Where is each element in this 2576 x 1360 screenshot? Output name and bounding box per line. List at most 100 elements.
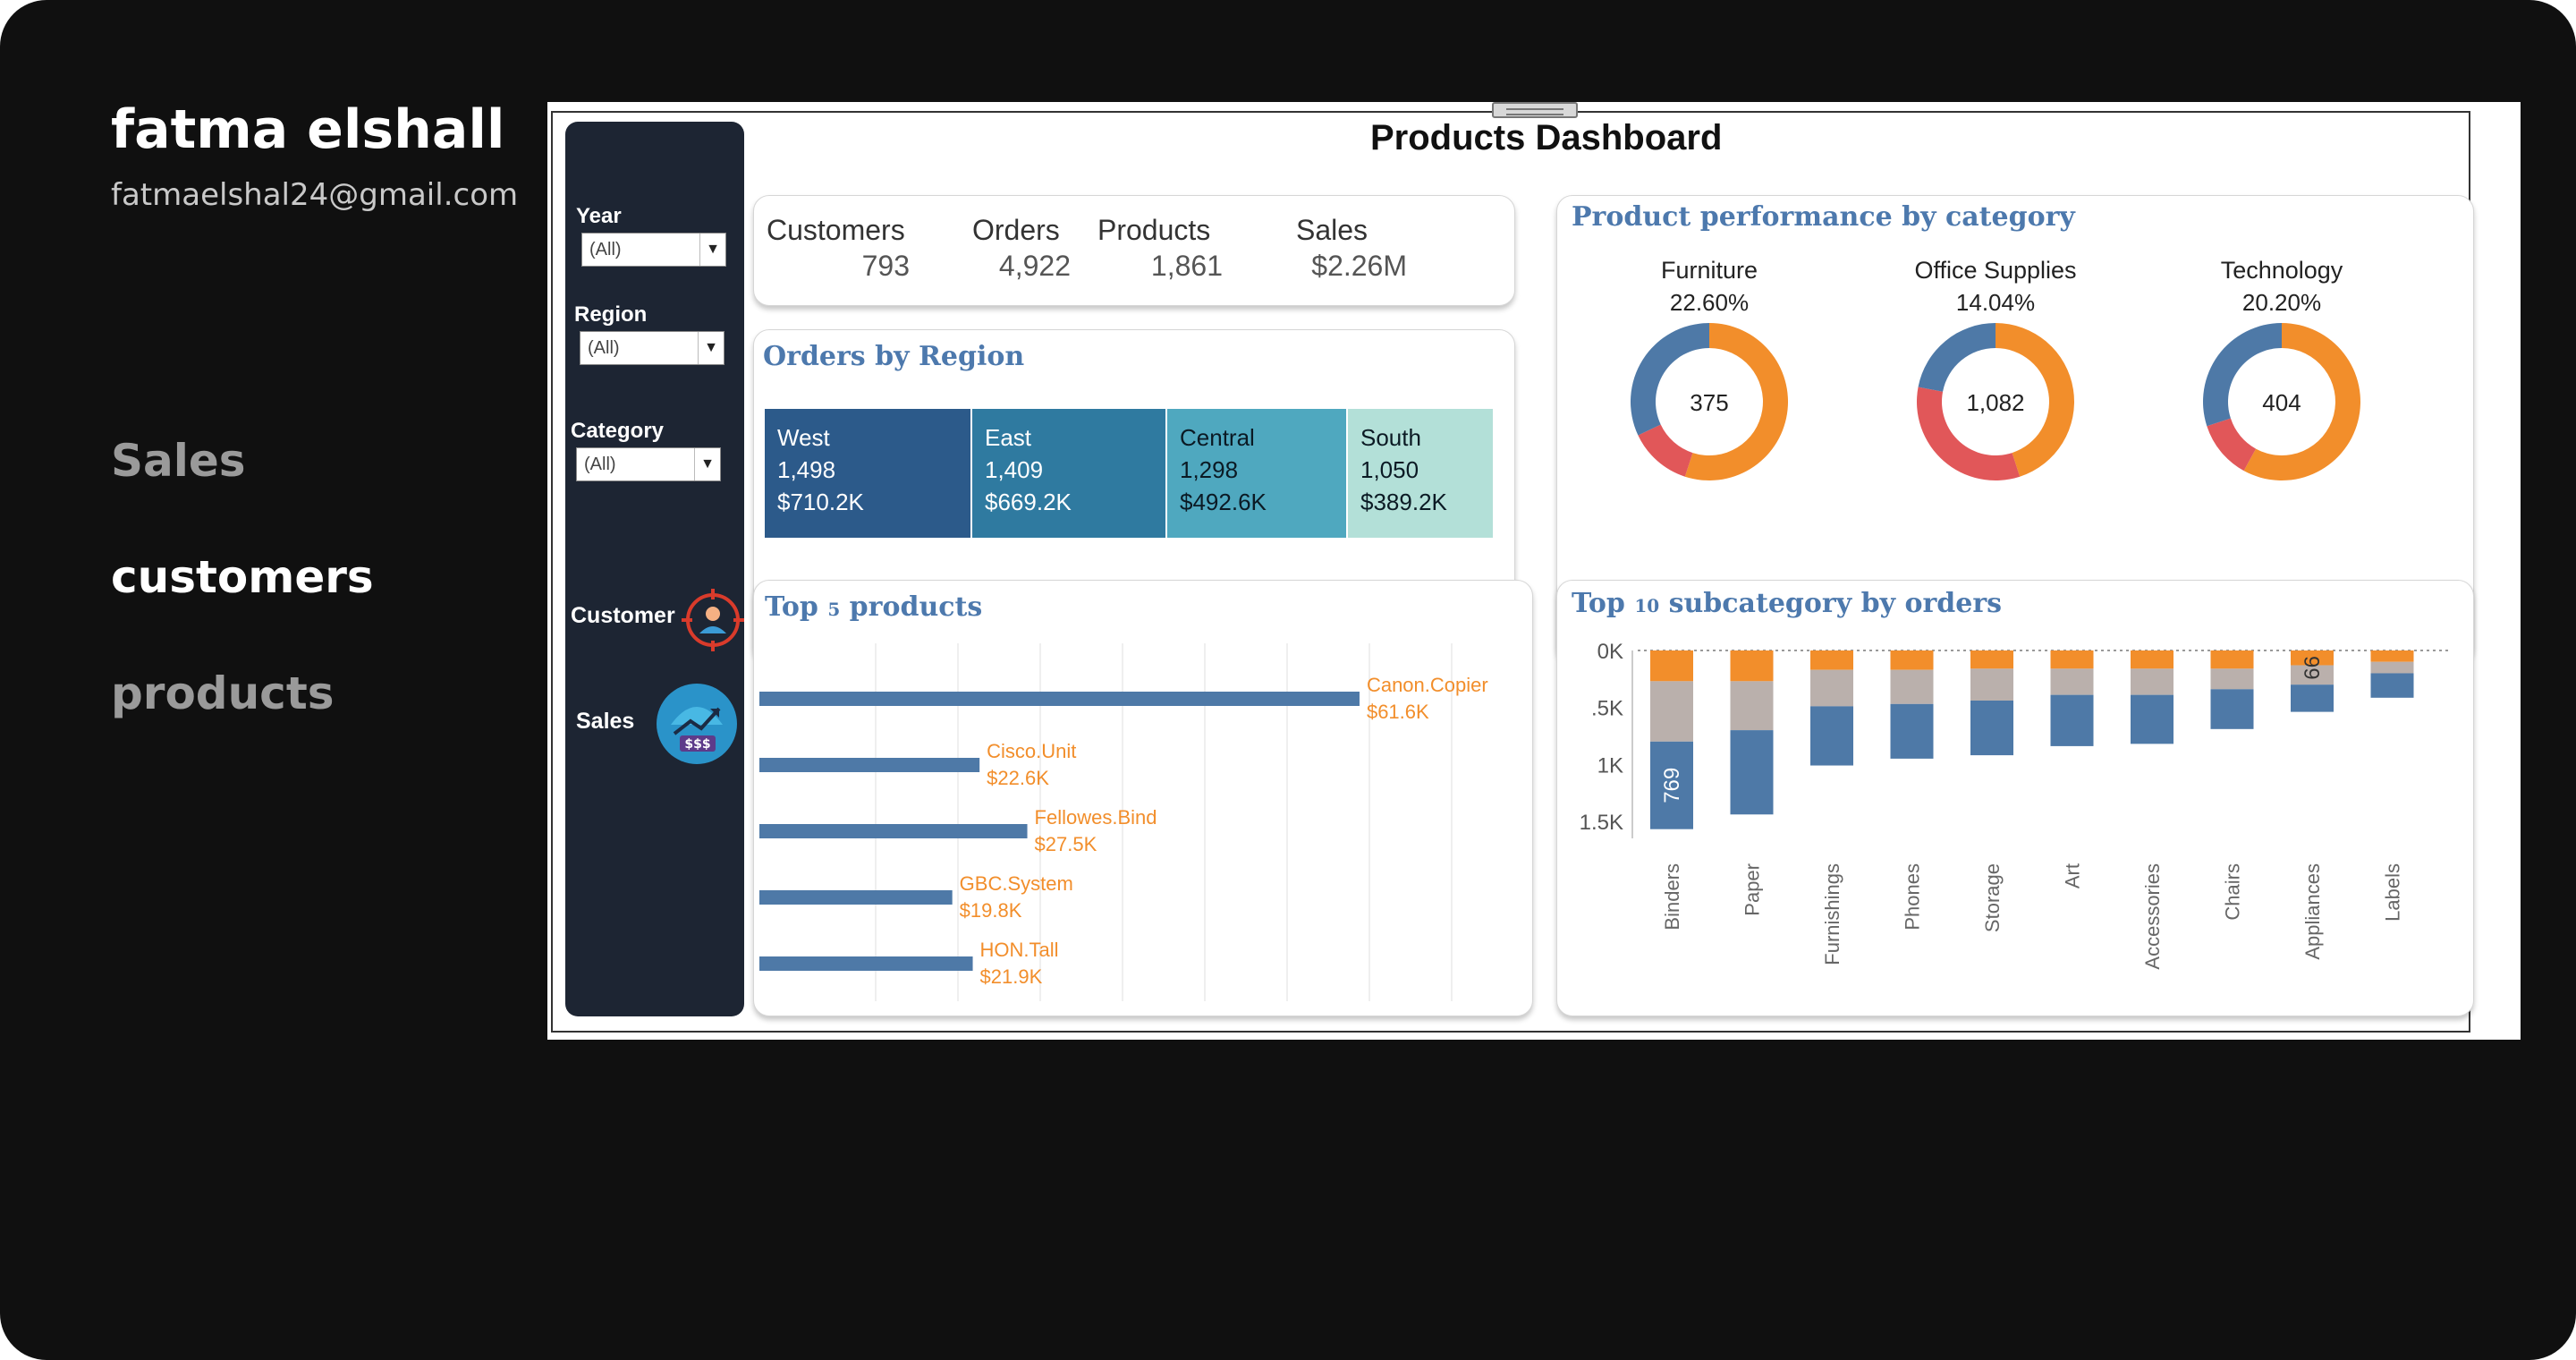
donut-center-value: 375 [1690,389,1728,416]
top-subcategory-title: Top 10 subcategory by orders [1572,588,2002,619]
customer-nav-label: Customer [571,603,675,628]
subcategory-bar-segment[interactable] [1810,706,1853,766]
product-name-label: GBC.System [960,872,1073,895]
dashboard-title: Products Dashboard [1370,118,1723,157]
product-bar[interactable] [759,758,980,772]
product-bar[interactable] [759,824,1028,838]
subcategory-bar-segment[interactable] [2291,684,2334,712]
category-name: Furniture [1661,257,1758,284]
category-performance-title: Product performance by category [1572,201,2075,233]
subcategory-bar-segment[interactable] [1730,730,1774,815]
y-tick-label: 0K [1597,640,1623,664]
product-sales-label: $22.6K [987,767,1049,789]
region-name: West [777,424,830,451]
title-text: subcategory by orders [1659,588,2003,619]
title-text: products [840,591,983,623]
title-number: 5 [827,599,841,620]
kpi-orders-label: Orders [972,214,1060,246]
year-filter-select[interactable]: (All) ▼ [581,233,726,267]
subcategory-bar-segment[interactable] [1970,701,2013,756]
subcategory-bar-segment[interactable] [1970,668,2013,701]
year-filter-label: Year [576,204,622,228]
subcategory-bar-segment[interactable] [1890,703,1934,759]
product-sales-label: $27.5K [1035,833,1097,855]
subcategory-bar-segment[interactable] [2210,668,2254,690]
profile-email[interactable]: fatmaelshal24@gmail.com [111,177,518,213]
x-tick-label: Paper [1741,863,1764,916]
subcategory-bar-segment[interactable] [2131,650,2174,669]
donut-center-value: 404 [2262,389,2301,416]
chevron-down-icon: ▼ [694,448,720,480]
region-name: South [1360,424,1421,451]
subcategory-bar-segment[interactable] [2050,668,2094,695]
category-percent: 20.20% [2242,289,2321,316]
region-name: Central [1180,424,1255,451]
region-name: East [985,424,1032,451]
region-filter-select[interactable]: (All) ▼ [580,331,724,365]
treemap-cell-east[interactable]: East 1,409 $669.2K [972,409,1165,538]
subcategory-bar-segment[interactable] [2370,650,2414,662]
title-number: 10 [1634,595,1660,616]
treemap-cell-central[interactable]: Central 1,298 $492.6K [1167,409,1346,538]
subcategory-bar-segment[interactable] [2210,689,2254,729]
donut-slice[interactable] [1918,323,1996,392]
filter-panel: Year (All) ▼ Region (All) ▼ Category (Al… [565,122,744,1016]
nav-sales[interactable]: Sales [111,435,246,487]
product-name-label: Canon.Copier [1367,674,1488,696]
profile-name: fatma elshall [111,98,505,161]
treemap-cell-west[interactable]: West 1,498 $710.2K [765,409,970,538]
x-tick-label: Binders [1661,863,1683,931]
top-subcategory-card: Top 10 subcategory by orders 0K .5K 1K 1.5K… [1556,580,2474,1016]
subcategory-bar-segment[interactable] [2210,650,2254,669]
subcategory-bar-segment[interactable] [1650,650,1693,682]
nav-products[interactable]: products [111,667,335,719]
region-filter-label: Region [574,302,648,327]
chevron-down-icon: ▼ [699,234,725,266]
region-sales: $669.2K [985,489,1072,515]
region-orders: 1,498 [777,456,836,483]
subcategory-bar-segment[interactable] [2131,694,2174,744]
subcategory-bar-segment[interactable] [2131,668,2174,695]
kpi-products-label: Products [1097,214,1211,246]
subcategory-bar-segment[interactable] [1890,650,1934,670]
donut-slice[interactable] [1631,323,1709,436]
subcategory-bar-segment[interactable] [2050,694,2094,746]
product-name-label: Cisco.Unit [987,740,1076,762]
subcategory-bar-segment[interactable] [2370,661,2414,674]
region-sales: $710.2K [777,489,864,515]
x-tick-label: Furnishings [1821,863,1843,965]
kpi-products-value: 1,861 [1150,250,1223,282]
donut-center-value: 1,082 [1966,389,2024,416]
subcategory-bar-segment[interactable] [1810,669,1853,707]
drag-handle[interactable] [1492,102,1578,118]
y-tick-label: 1K [1597,753,1623,778]
product-bar[interactable] [759,890,953,905]
product-bar[interactable] [759,692,1360,706]
x-tick-label: Art [2062,863,2084,888]
donut-slice[interactable] [1638,424,1693,477]
subcategory-bar-segment[interactable] [1730,681,1774,731]
subcategory-bar-segment[interactable] [1810,650,1853,670]
subcategory-bar-segment[interactable] [1650,681,1693,742]
treemap-cell-south[interactable]: South 1,050 $389.2K [1348,409,1493,538]
x-tick-label: Phones [1902,863,1924,931]
subcategory-bar-segment[interactable] [1890,669,1934,704]
category-filter-value: (All) [584,455,616,474]
category-filter-select[interactable]: (All) ▼ [576,447,721,481]
kpi-card: Customers 793 Orders 4,922 Products 1,86… [753,195,1515,306]
sales-money-icon[interactable]: $$$ [655,682,739,766]
top-products-title: Top 5 products [765,591,982,623]
y-tick-label: 1.5K [1580,811,1623,835]
subcategory-bar-segment[interactable] [2050,650,2094,669]
subcategory-bar-segment[interactable] [1970,650,2013,669]
x-tick-label: Labels [2382,863,2404,922]
subcategory-bar-segment[interactable] [2370,673,2414,698]
product-bar[interactable] [759,956,973,971]
subcategory-bar-segment[interactable] [1730,650,1774,682]
category-percent: 22.60% [1670,289,1749,316]
customer-target-icon[interactable] [680,587,746,653]
nav-customers[interactable]: customers [111,551,374,603]
region-sales: $389.2K [1360,489,1447,515]
x-tick-label: Chairs [2222,863,2244,921]
category-percent: 14.04% [1956,289,2035,316]
